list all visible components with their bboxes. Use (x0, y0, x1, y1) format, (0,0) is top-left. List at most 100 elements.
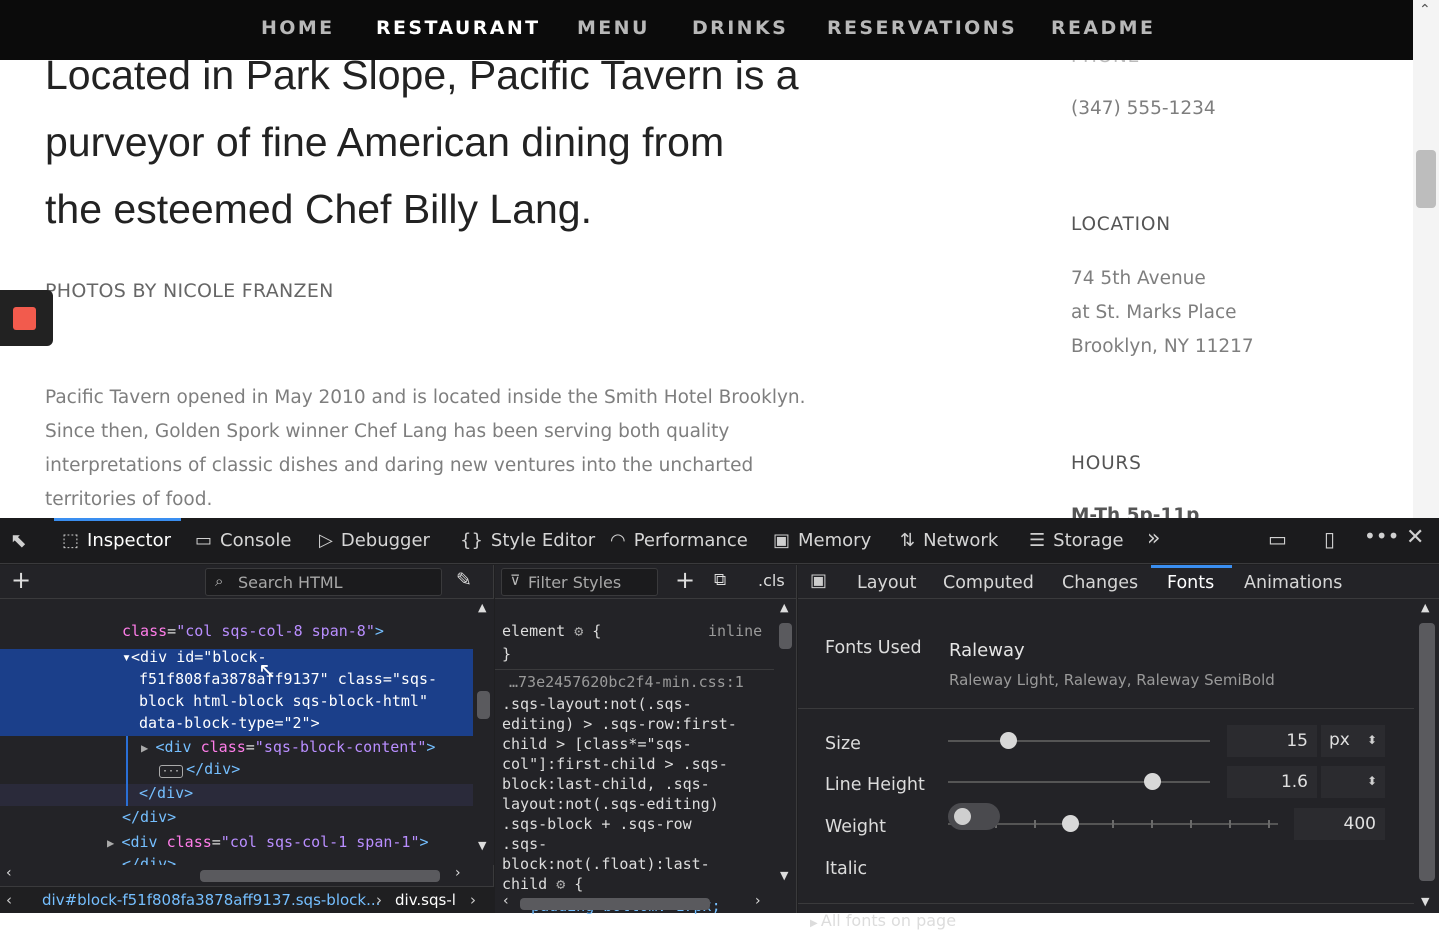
nav-restaurant[interactable]: RESTAURANT (376, 17, 541, 39)
close-icon[interactable]: ✕ (1406, 525, 1424, 550)
element-picker-icon[interactable]: ⬉ (10, 528, 27, 552)
filter-styles-input[interactable] (528, 571, 654, 593)
ellipsis-icon[interactable]: ··· (159, 765, 184, 778)
breadcrumb-scroll-right-icon[interactable]: › (470, 891, 476, 909)
phone-number[interactable]: (347) 555-1234 (1071, 98, 1216, 119)
scrollbar-thumb[interactable] (477, 691, 490, 719)
gear-icon[interactable]: ⚙ (574, 622, 583, 640)
rules-horizontal-scrollbar[interactable]: ‹ › (495, 893, 774, 913)
markup-line[interactable]: ▶ <div class="sqs-block-content"> (141, 738, 435, 756)
tab-memory[interactable]: ▣ Memory (773, 518, 871, 564)
size-input[interactable]: 15 (1227, 725, 1317, 757)
collapse-arrow-icon[interactable]: ▾ (122, 648, 131, 666)
search-html-input[interactable] (238, 571, 438, 593)
scroll-left-icon[interactable]: ‹ (6, 865, 12, 881)
scroll-down-icon[interactable]: ▼ (478, 839, 486, 852)
scroll-left-icon[interactable]: ‹ (503, 893, 509, 909)
markup-line[interactable]: </div> (139, 784, 193, 802)
markup-line[interactable]: ··· </div> (159, 760, 240, 778)
scrollbar-thumb[interactable] (779, 623, 792, 649)
nav-home[interactable]: HOME (261, 17, 335, 39)
gear-icon[interactable]: ⚙ (556, 875, 565, 893)
record-button[interactable] (0, 290, 53, 346)
all-fonts-disclosure[interactable]: ▶ All fonts on page (810, 911, 956, 930)
breadcrumb-item[interactable]: div#block-f51f808fa3878aff9137.sqs-block… (42, 891, 380, 909)
rules-view: ⊽ + ⧉ .cls element ⚙ { inline } …73e2457… (495, 565, 797, 915)
scroll-up-icon[interactable]: ▲ (780, 601, 788, 614)
stop-icon (13, 307, 36, 330)
nav-reservations[interactable]: RESERVATIONS (827, 17, 1017, 39)
search-html-box[interactable]: ⌕ (205, 568, 442, 596)
tab-inspector[interactable]: ⬚ Inspector (54, 518, 181, 564)
filter-styles-box[interactable]: ⊽ (501, 568, 658, 596)
scrollbar-thumb[interactable] (1419, 623, 1435, 881)
scroll-right-icon[interactable]: › (455, 865, 461, 881)
size-label: Size (825, 734, 861, 754)
scroll-down-icon[interactable]: ▼ (780, 869, 788, 882)
dock-side-icon[interactable]: ▭ (1268, 527, 1287, 551)
breadcrumb-item[interactable]: div.sqs-l (395, 891, 456, 909)
rule-source-inline[interactable]: inline (708, 622, 762, 640)
scroll-up-icon[interactable]: ⌃ (1419, 2, 1431, 18)
nav-drinks[interactable]: DRINKS (692, 17, 788, 39)
tab-computed[interactable]: Computed (943, 565, 1034, 599)
more-options-icon[interactable]: ••• (1364, 524, 1399, 548)
cls-button[interactable]: .cls (758, 571, 785, 590)
markup-line[interactable]: class="col sqs-col-8 span-8"> (122, 622, 384, 640)
sidebar-vertical-scrollbar[interactable]: ▲ ▼ (1414, 599, 1439, 913)
tab-console[interactable]: ▭ Console (195, 518, 291, 564)
scroll-down-icon[interactable]: ▼ (1421, 895, 1429, 908)
rules-vertical-scrollbar[interactable]: ▲ ▼ (774, 599, 797, 891)
tab-changes[interactable]: Changes (1062, 565, 1138, 599)
scroll-up-icon[interactable]: ▲ (478, 601, 486, 614)
toggle-sidebar-icon[interactable]: ▣ (810, 570, 827, 591)
tab-fonts[interactable]: Fonts (1150, 565, 1233, 599)
line-height-unit-select[interactable]: ⬍ (1321, 766, 1385, 798)
rule-source-link[interactable]: …73e2457620bc2f4-min.css:1 (509, 673, 744, 691)
italic-toggle[interactable] (948, 803, 1000, 830)
tab-animations[interactable]: Animations (1244, 565, 1342, 599)
nav-readme[interactable]: README (1051, 17, 1155, 39)
nav-menu[interactable]: MENU (577, 17, 650, 39)
scrollbar-thumb[interactable] (200, 870, 440, 882)
line-height-slider-thumb[interactable] (1144, 773, 1162, 790)
more-tools-chevron-icon[interactable]: » (1147, 526, 1160, 551)
markup-line[interactable]: </div> (122, 808, 176, 826)
page-scrollbar[interactable]: ⌃ (1413, 0, 1439, 518)
add-node-icon[interactable]: + (11, 566, 31, 594)
scrollbar-thumb[interactable] (520, 898, 710, 910)
weight-tick (1190, 820, 1192, 828)
add-rule-icon[interactable]: + (675, 566, 695, 594)
line-height-slider-track[interactable] (948, 781, 1210, 783)
size-slider-track[interactable] (948, 740, 1210, 742)
breadcrumb-scroll-left-icon[interactable]: ‹ (6, 891, 12, 909)
tab-network[interactable]: ⇅ Network (900, 518, 998, 564)
expand-arrow-icon[interactable]: ▶ (107, 836, 121, 850)
markup-horizontal-scrollbar[interactable]: ‹ › (0, 865, 473, 885)
tab-layout[interactable]: Layout (857, 565, 917, 599)
eyedropper-icon[interactable]: ✎ (456, 569, 472, 591)
markup-line-selected[interactable]: ▾<div id="block- (122, 648, 267, 666)
size-unit-select[interactable]: px ⬍ (1321, 725, 1385, 757)
weight-slider-thumb[interactable] (1062, 815, 1080, 832)
markup-line-selected[interactable]: f51f808fa3878aff9137" class="sqs- (139, 670, 437, 688)
scroll-up-icon[interactable]: ▲ (1421, 601, 1429, 614)
tab-style-editor[interactable]: {} Style Editor (460, 518, 595, 564)
tab-storage[interactable]: ☰ Storage (1029, 518, 1124, 564)
tab-performance[interactable]: ◠ Performance (610, 518, 748, 564)
markup-line-selected[interactable]: block html-block sqs-block-html" (139, 692, 428, 710)
markup-vertical-scrollbar[interactable]: ▲ ▼ (473, 599, 494, 865)
scroll-right-icon[interactable]: › (755, 893, 761, 909)
weight-input[interactable]: 400 (1294, 808, 1385, 840)
markup-line-selected[interactable]: data-block-type="2"> (139, 714, 320, 732)
line-height-input[interactable]: 1.6 (1227, 766, 1317, 798)
toggle-pseudo-class-icon[interactable]: ⧉ (714, 570, 726, 590)
expand-arrow-icon[interactable]: ▶ (141, 741, 155, 755)
rule-selector-line: block:not(.float):last- (502, 855, 710, 873)
responsive-design-icon[interactable]: ▯ (1324, 527, 1335, 551)
tab-debugger[interactable]: ▷ Debugger (319, 518, 430, 564)
markup-line[interactable]: ▶ <div class="col sqs-col-1 span-1"> (107, 833, 429, 851)
rule-selector-line: child ⚙ { (502, 875, 584, 893)
page-scrollbar-thumb[interactable] (1416, 150, 1436, 208)
size-slider-thumb[interactable] (1000, 732, 1018, 749)
